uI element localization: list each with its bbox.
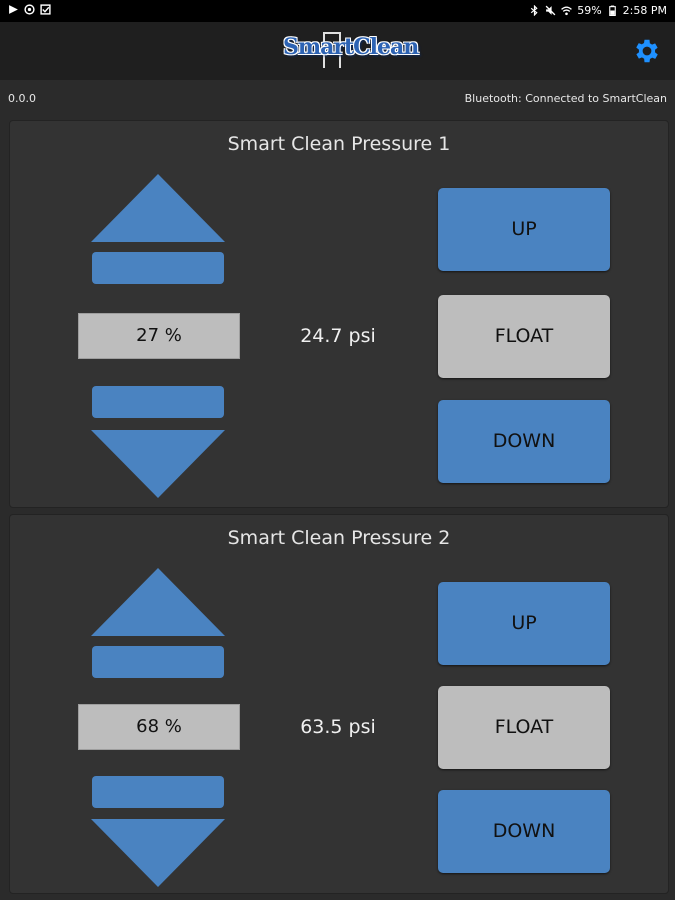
decrease-small-button[interactable] bbox=[92, 776, 224, 808]
increase-large-button[interactable] bbox=[91, 568, 225, 636]
psi-readout: 63.5 psi bbox=[300, 716, 376, 738]
down-button[interactable]: DOWN bbox=[438, 400, 610, 483]
down-button[interactable]: DOWN bbox=[438, 790, 610, 873]
up-button[interactable]: UP bbox=[438, 582, 610, 665]
float-button[interactable]: FLOAT bbox=[438, 686, 610, 769]
decrease-large-button[interactable] bbox=[91, 430, 225, 498]
decrease-large-button[interactable] bbox=[91, 819, 225, 887]
panel-title: Smart Clean Pressure 1 bbox=[227, 133, 451, 155]
version-label: 0.0.0 bbox=[8, 92, 36, 105]
clock: 2:58 PM bbox=[622, 4, 667, 17]
play-icon bbox=[9, 5, 18, 14]
pressure-panel-1: Smart Clean Pressure 1 27 % 24.7 psi UP … bbox=[9, 120, 669, 508]
increase-small-button[interactable] bbox=[92, 646, 224, 678]
battery-percent: 59% bbox=[577, 4, 602, 17]
status-right-icons: 59% 2:58 PM bbox=[529, 4, 667, 17]
mute-icon bbox=[545, 5, 556, 16]
increase-large-button[interactable] bbox=[91, 174, 225, 242]
increase-small-button[interactable] bbox=[92, 252, 224, 284]
percent-display: 68 % bbox=[78, 704, 240, 750]
percent-display: 27 % bbox=[78, 313, 240, 359]
app-bar: SmartClean bbox=[0, 22, 675, 80]
checkbox-icon bbox=[40, 4, 51, 15]
float-button[interactable]: FLOAT bbox=[438, 295, 610, 378]
status-left-icons bbox=[8, 4, 51, 15]
psi-readout: 24.7 psi bbox=[300, 325, 376, 347]
up-button[interactable]: UP bbox=[438, 188, 610, 271]
bluetooth-status: Bluetooth: Connected to SmartClean bbox=[464, 92, 667, 105]
battery-icon bbox=[608, 5, 616, 16]
logo-text: SmartClean bbox=[283, 34, 419, 60]
status-bar: 59% 2:58 PM bbox=[0, 0, 675, 22]
wifi-icon bbox=[561, 6, 573, 16]
decrease-small-button[interactable] bbox=[92, 386, 224, 418]
gear-icon[interactable] bbox=[632, 36, 662, 66]
bluetooth-icon bbox=[531, 5, 538, 16]
pressure-panel-2: Smart Clean Pressure 2 68 % 63.5 psi UP … bbox=[9, 514, 669, 894]
smartclean-logo: SmartClean bbox=[283, 32, 419, 70]
info-bar: 0.0.0 Bluetooth: Connected to SmartClean bbox=[0, 80, 675, 116]
panel-title: Smart Clean Pressure 2 bbox=[227, 527, 451, 549]
crosshair-icon bbox=[24, 4, 35, 15]
